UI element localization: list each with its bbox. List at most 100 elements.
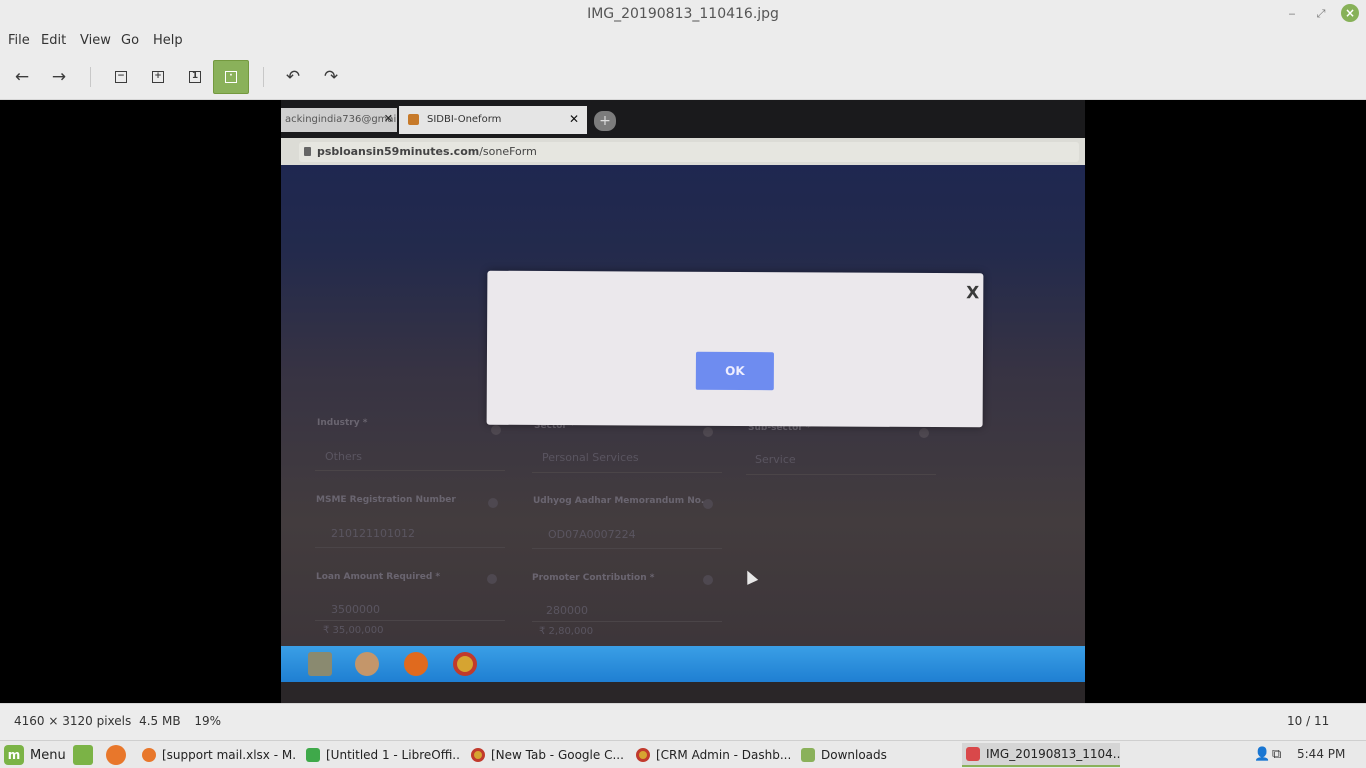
task-downloads[interactable]: Downloads bbox=[797, 743, 955, 767]
firefox-icon bbox=[404, 652, 428, 676]
help-icon bbox=[487, 574, 497, 584]
clock[interactable]: 5:44 PM bbox=[1297, 747, 1345, 761]
best-fit-icon: · bbox=[225, 71, 237, 83]
rotate-right-icon: ↷ bbox=[323, 67, 339, 87]
menu-edit[interactable]: Edit bbox=[41, 33, 66, 48]
zoom-level: 19% bbox=[194, 714, 222, 728]
photo-address-bar: psbloansin59minutes.com/soneForm bbox=[281, 138, 1085, 165]
chrome-icon bbox=[636, 748, 650, 762]
image-position: 10 / 11 bbox=[1287, 714, 1330, 728]
photo-tab-sidbi: SIDBI-Oneform ✕ bbox=[399, 106, 587, 134]
photo-url-domain: psbloansin59minutes.com bbox=[317, 145, 480, 158]
back-button[interactable]: ← bbox=[4, 60, 40, 94]
folder-icon bbox=[308, 652, 332, 676]
task-image-viewer[interactable]: IMG_20190813_1104... bbox=[962, 743, 1120, 767]
network-icon[interactable]: ⧉ bbox=[1272, 747, 1281, 762]
system-taskbar: m Menu [support mail.xlsx - M... [Untitl… bbox=[0, 740, 1366, 768]
close-button[interactable]: × bbox=[1341, 4, 1359, 22]
toolbar-separator bbox=[90, 67, 91, 87]
task-libreoffice[interactable]: [Untitled 1 - LibreOffi... bbox=[302, 743, 460, 767]
rotate-left-button[interactable]: ↶ bbox=[275, 60, 311, 94]
close-icon: ✕ bbox=[383, 112, 393, 125]
plus-icon: + bbox=[594, 111, 616, 131]
zoom-in-icon: + bbox=[152, 71, 164, 83]
zoom-in-button[interactable]: + bbox=[140, 60, 176, 94]
help-icon bbox=[703, 575, 713, 585]
firefox-icon bbox=[142, 748, 156, 762]
photo-url-path: /soneForm bbox=[479, 145, 537, 158]
photo-tab-gmail: ackingindia736@gmail. ✕ bbox=[281, 108, 397, 132]
mint-logo-icon: m bbox=[4, 745, 24, 765]
menu-help[interactable]: Help bbox=[153, 33, 183, 48]
menu-go[interactable]: Go bbox=[121, 33, 139, 48]
zoom-out-icon: − bbox=[115, 71, 127, 83]
close-icon: X bbox=[966, 283, 980, 304]
start-menu-label: Menu bbox=[30, 747, 66, 763]
firefox-launcher-icon[interactable] bbox=[106, 745, 126, 765]
start-menu-button[interactable]: m Menu bbox=[4, 744, 66, 766]
arrow-left-icon: ← bbox=[14, 67, 30, 87]
field-underline bbox=[746, 474, 936, 475]
task-label: Downloads bbox=[821, 748, 887, 762]
photo-subsector-value: Service bbox=[755, 453, 796, 466]
photo-udhyog-label: Udhyog Aadhar Memorandum No. bbox=[533, 496, 705, 506]
forward-button[interactable]: → bbox=[41, 60, 77, 94]
best-fit-button[interactable]: · bbox=[213, 60, 249, 94]
field-underline bbox=[532, 472, 722, 473]
media-player-icon bbox=[355, 652, 379, 676]
toolbar: ← → − + 1 · ↶ ↷ bbox=[0, 54, 1366, 100]
help-icon bbox=[919, 428, 929, 438]
lock-icon bbox=[304, 147, 311, 156]
rotate-right-button[interactable]: ↷ bbox=[313, 60, 349, 94]
photo-windows-taskbar bbox=[281, 646, 1085, 682]
field-underline bbox=[315, 620, 505, 621]
task-label: [support mail.xlsx - M... bbox=[162, 748, 296, 762]
spreadsheet-icon bbox=[306, 748, 320, 762]
task-label: [Untitled 1 - LibreOffi... bbox=[326, 748, 460, 762]
photo-dialog: X OK bbox=[486, 270, 984, 428]
arrow-right-icon: → bbox=[51, 67, 67, 87]
photo-promoter-formatted: ₹ 2,80,000 bbox=[539, 626, 594, 637]
image-viewer-icon bbox=[966, 747, 980, 761]
help-icon bbox=[488, 498, 498, 508]
task-crm-admin[interactable]: [CRM Admin - Dashb... bbox=[632, 743, 790, 767]
menu-file[interactable]: File bbox=[8, 33, 30, 48]
photo-industry-value: Others bbox=[325, 450, 362, 463]
image-file-size: 4.5 MB bbox=[139, 714, 181, 728]
folder-icon bbox=[801, 748, 815, 762]
title-bar: IMG_20190813_110416.jpg ‒ ⤢ × bbox=[0, 0, 1366, 30]
displayed-photo: ackingindia736@gmail. ✕ SIDBI-Oneform ✕ … bbox=[281, 100, 1085, 703]
normal-size-button[interactable]: 1 bbox=[177, 60, 213, 94]
photo-udhyog-value: OD07A0007224 bbox=[548, 528, 636, 541]
task-support-mail[interactable]: [support mail.xlsx - M... bbox=[138, 743, 296, 767]
photo-msme-label: MSME Registration Number bbox=[316, 495, 456, 505]
task-new-tab-chrome[interactable]: [New Tab - Google C... bbox=[467, 743, 625, 767]
image-viewer[interactable]: ackingindia736@gmail. ✕ SIDBI-Oneform ✕ … bbox=[0, 100, 1366, 703]
menu-view[interactable]: View bbox=[80, 33, 111, 48]
task-label: [CRM Admin - Dashb... bbox=[656, 748, 790, 762]
chrome-icon bbox=[453, 652, 477, 676]
photo-bottom-edge bbox=[281, 682, 1085, 703]
minimize-button[interactable]: ‒ bbox=[1283, 5, 1301, 23]
photo-msme-value: 210121101012 bbox=[331, 527, 415, 540]
field-underline bbox=[315, 547, 505, 548]
files-launcher-icon[interactable] bbox=[73, 745, 93, 765]
photo-ok-button: OK bbox=[695, 351, 774, 391]
user-icon[interactable]: 👤 bbox=[1254, 747, 1270, 762]
photo-loan-value: 3500000 bbox=[331, 603, 380, 616]
help-icon bbox=[703, 427, 713, 437]
photo-browser-tabstrip: ackingindia736@gmail. ✕ SIDBI-Oneform ✕ … bbox=[281, 100, 1085, 138]
zoom-out-button[interactable]: − bbox=[103, 60, 139, 94]
help-icon bbox=[703, 499, 713, 509]
task-label: IMG_20190813_1104... bbox=[986, 747, 1120, 761]
photo-promoter-label: Promoter Contribution * bbox=[532, 573, 655, 583]
photo-industry-label: Industry * bbox=[317, 418, 368, 428]
favicon-icon bbox=[408, 114, 419, 125]
photo-tab-gmail-label: ackingindia736@gmail. bbox=[285, 114, 397, 125]
field-underline bbox=[315, 470, 505, 471]
help-icon bbox=[491, 425, 501, 435]
close-icon: ✕ bbox=[568, 112, 579, 126]
task-label: [New Tab - Google C... bbox=[491, 748, 624, 762]
maximize-button[interactable]: ⤢ bbox=[1312, 5, 1330, 23]
normal-size-icon: 1 bbox=[189, 71, 201, 83]
